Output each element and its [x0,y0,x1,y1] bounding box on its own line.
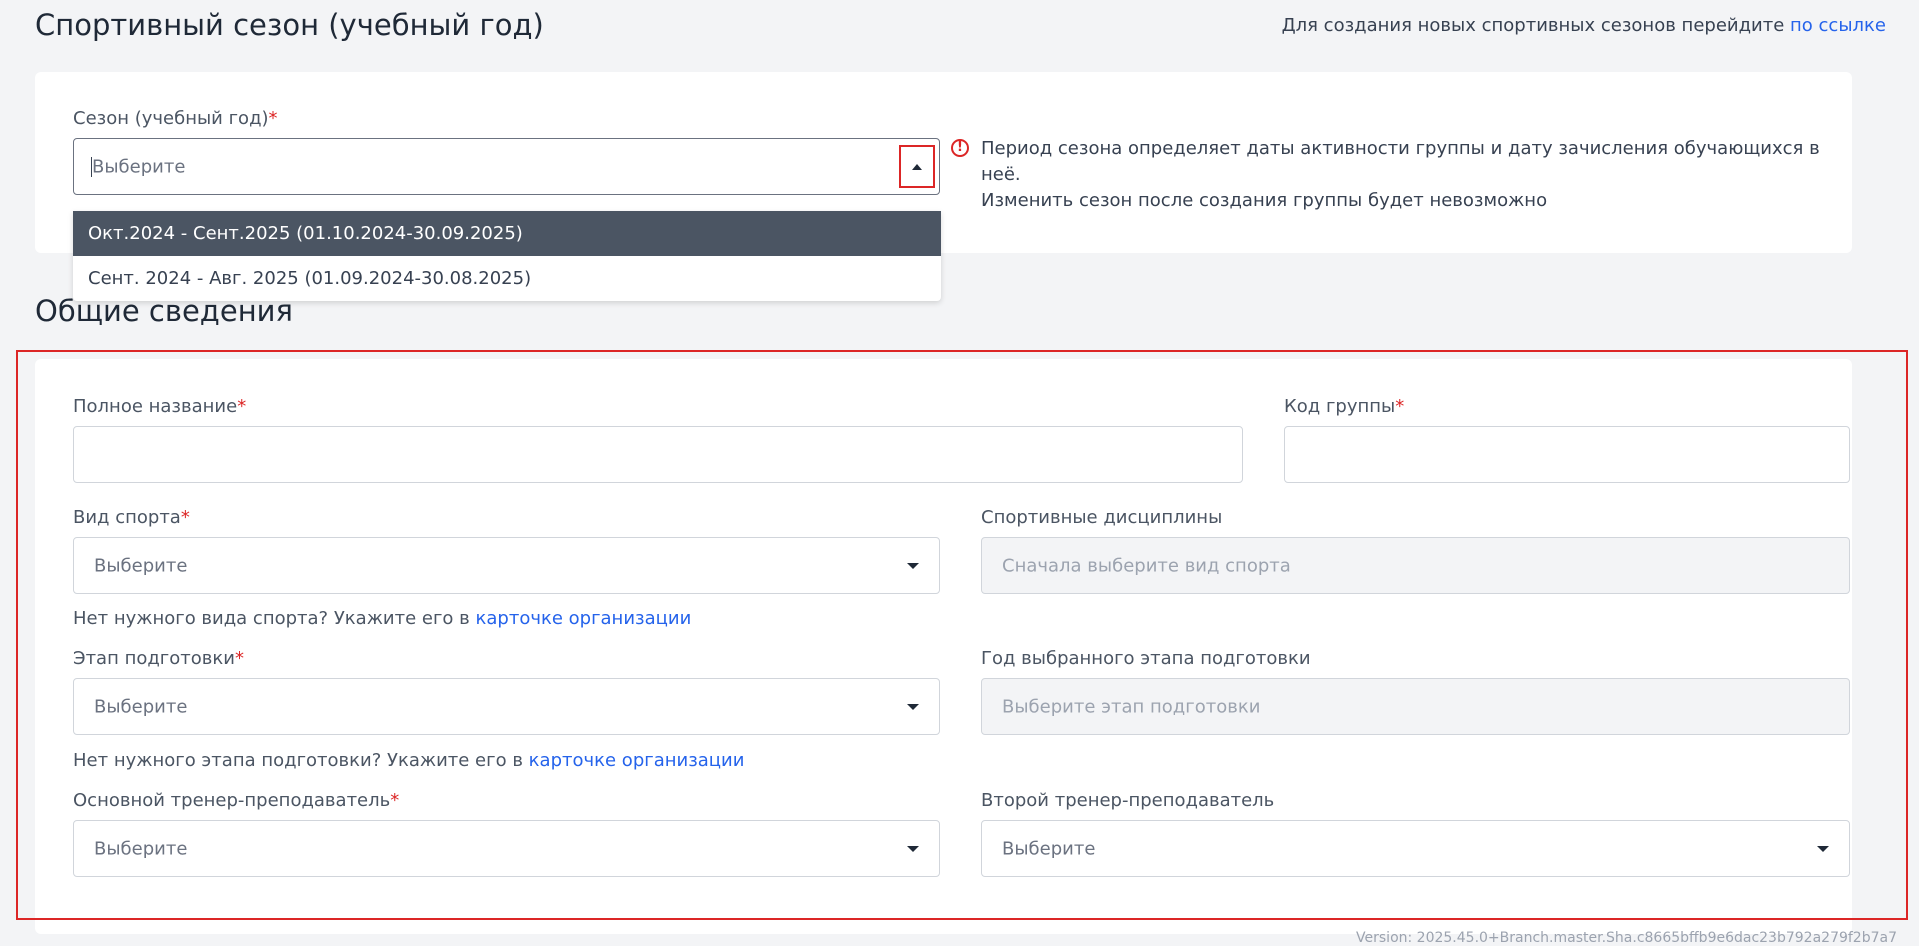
season-note-line1: Период сезона определяет даты активности… [981,138,1820,185]
second-coach-select[interactable]: Выберите [981,820,1850,877]
stage-select-placeholder: Выберите [94,696,188,717]
group-code-input[interactable] [1284,426,1850,483]
sport-select-placeholder: Выберите [94,555,188,576]
exclamation-circle-icon: ! [951,139,969,157]
season-note-line2: Изменить сезон после создания группы буд… [981,190,1548,211]
season-hint: Для создания новых спортивных сезонов пе… [1282,15,1886,36]
sport-help-link[interactable]: карточке организации [476,608,692,629]
full-name-label: Полное название* [73,396,247,417]
season-hint-text: Для создания новых спортивных сезонов пе… [1281,15,1785,36]
full-name-input[interactable] [73,426,1243,483]
season-option[interactable]: Окт.2024 - Сент.2025 (01.10.2024-30.09.2… [73,211,941,256]
main-coach-label: Основной тренер-преподаватель* [73,790,400,811]
second-coach-placeholder: Выберите [1002,838,1096,859]
disciplines-placeholder: Сначала выберите вид спорта [1002,555,1291,576]
season-label: Сезон (учебный год)* [73,108,278,129]
stage-help: Нет нужного этапа подготовки? Укажите ег… [73,750,745,771]
stage-label: Этап подготовки* [73,648,244,669]
sport-help: Нет нужного вида спорта? Укажите его в к… [73,608,692,629]
sport-select[interactable]: Выберите [73,537,940,594]
chevron-down-icon [907,562,919,569]
chevron-down-icon [907,703,919,710]
disciplines-select: Сначала выберите вид спорта [981,537,1850,594]
stage-select[interactable]: Выберите [73,678,940,735]
second-coach-label: Второй тренер-преподаватель [981,790,1275,811]
stage-year-select: Выберите этап подготовки [981,678,1850,735]
main-coach-placeholder: Выберите [94,838,188,859]
chevron-up-icon [912,163,922,170]
stage-year-placeholder: Выберите этап подготовки [1002,696,1261,717]
group-code-label: Код группы* [1284,396,1405,417]
version-label: Version: 2025.45.0+Branch.master.Sha.c86… [1356,930,1897,946]
season-create-link[interactable]: по ссылке [1790,15,1886,36]
season-select-placeholder: Выберите [92,156,186,177]
season-note: ! Период сезона определяет даты активнос… [951,136,1852,214]
sport-label: Вид спорта* [73,507,190,528]
page-title: Спортивный сезон (учебный год) [35,8,544,42]
chevron-down-icon [1817,845,1829,852]
season-select[interactable]: Выберите [73,138,940,195]
disciplines-label: Спортивные дисциплины [981,507,1223,528]
season-dropdown: Окт.2024 - Сент.2025 (01.10.2024-30.09.2… [73,211,941,301]
chevron-down-icon [907,845,919,852]
season-toggle-button[interactable] [899,145,935,188]
season-option[interactable]: Сент. 2024 - Авг. 2025 (01.09.2024-30.08… [73,256,941,301]
main-coach-select[interactable]: Выберите [73,820,940,877]
general-info-card: Полное название* Код группы* Вид спорта*… [35,359,1852,934]
stage-year-label: Год выбранного этапа подготовки [981,648,1311,669]
stage-help-link[interactable]: карточке организации [529,750,745,771]
